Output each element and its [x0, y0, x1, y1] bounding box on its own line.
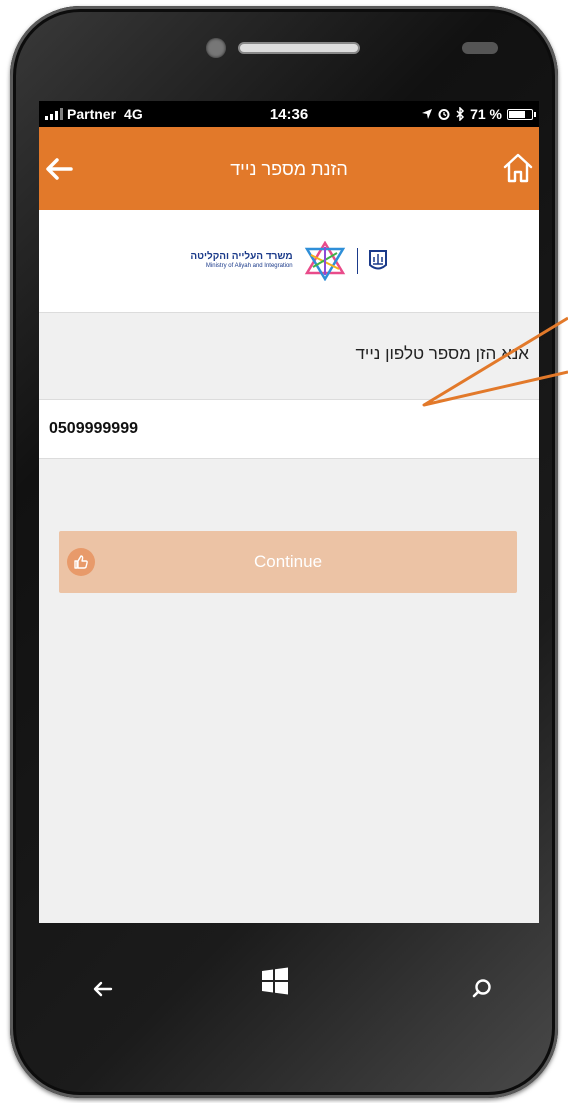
star-of-david-logo-icon — [304, 241, 345, 281]
signal-icon — [45, 108, 63, 120]
status-bar: Partner 4G 14:36 71 % — [39, 101, 539, 127]
status-time: 14:36 — [269, 105, 309, 123]
logo-divider — [356, 248, 358, 274]
phone-number-field[interactable]: 0509999999 — [39, 399, 539, 459]
bluetooth-icon — [456, 107, 465, 121]
status-indicators: 71 % — [421, 106, 536, 122]
home-icon[interactable] — [501, 151, 535, 185]
phone-number-value[interactable]: 0509999999 — [49, 420, 138, 438]
front-camera — [206, 38, 226, 58]
screen: Partner 4G 14:36 71 % הזנת מספר נייד משר… — [39, 101, 539, 923]
search-icon[interactable] — [471, 977, 493, 999]
phone-nav-bar — [39, 923, 539, 1043]
carrier-label: Partner — [67, 106, 117, 122]
logo-english-text: Ministry of Aliyah and Integration — [205, 263, 293, 270]
continue-button[interactable]: Continue — [59, 531, 517, 593]
proximity-sensor — [462, 42, 498, 54]
alarm-icon — [438, 109, 450, 120]
location-icon — [422, 109, 433, 119]
battery-percent: 71 % — [470, 106, 502, 122]
windows-icon[interactable] — [260, 967, 290, 995]
prompt-row: אנא הזן מספר טלפון נייד — [39, 313, 539, 399]
logo-hebrew-text: משרד העלייה והקליטה — [190, 251, 293, 263]
app-bar: הזנת מספר נייד — [39, 127, 539, 210]
logo-text: משרד העלייה והקליטה Ministry of Aliyah a… — [190, 251, 292, 270]
continue-label: Continue — [253, 552, 323, 571]
battery-icon — [507, 108, 536, 120]
thumbs-up-icon — [67, 548, 95, 576]
phone-prompt-label: אנא הזן מספר טלפון נייד — [355, 344, 530, 363]
network-label: 4G — [124, 106, 143, 122]
ministry-logo: משרד העלייה והקליטה Ministry of Aliyah a… — [39, 210, 539, 313]
earpiece-speaker — [238, 42, 360, 54]
state-emblem-icon — [368, 250, 387, 270]
arrow-left-icon[interactable] — [91, 977, 115, 1001]
arrow-left-icon[interactable] — [43, 153, 75, 185]
page-title: הזנת מספר נייד — [230, 159, 348, 179]
